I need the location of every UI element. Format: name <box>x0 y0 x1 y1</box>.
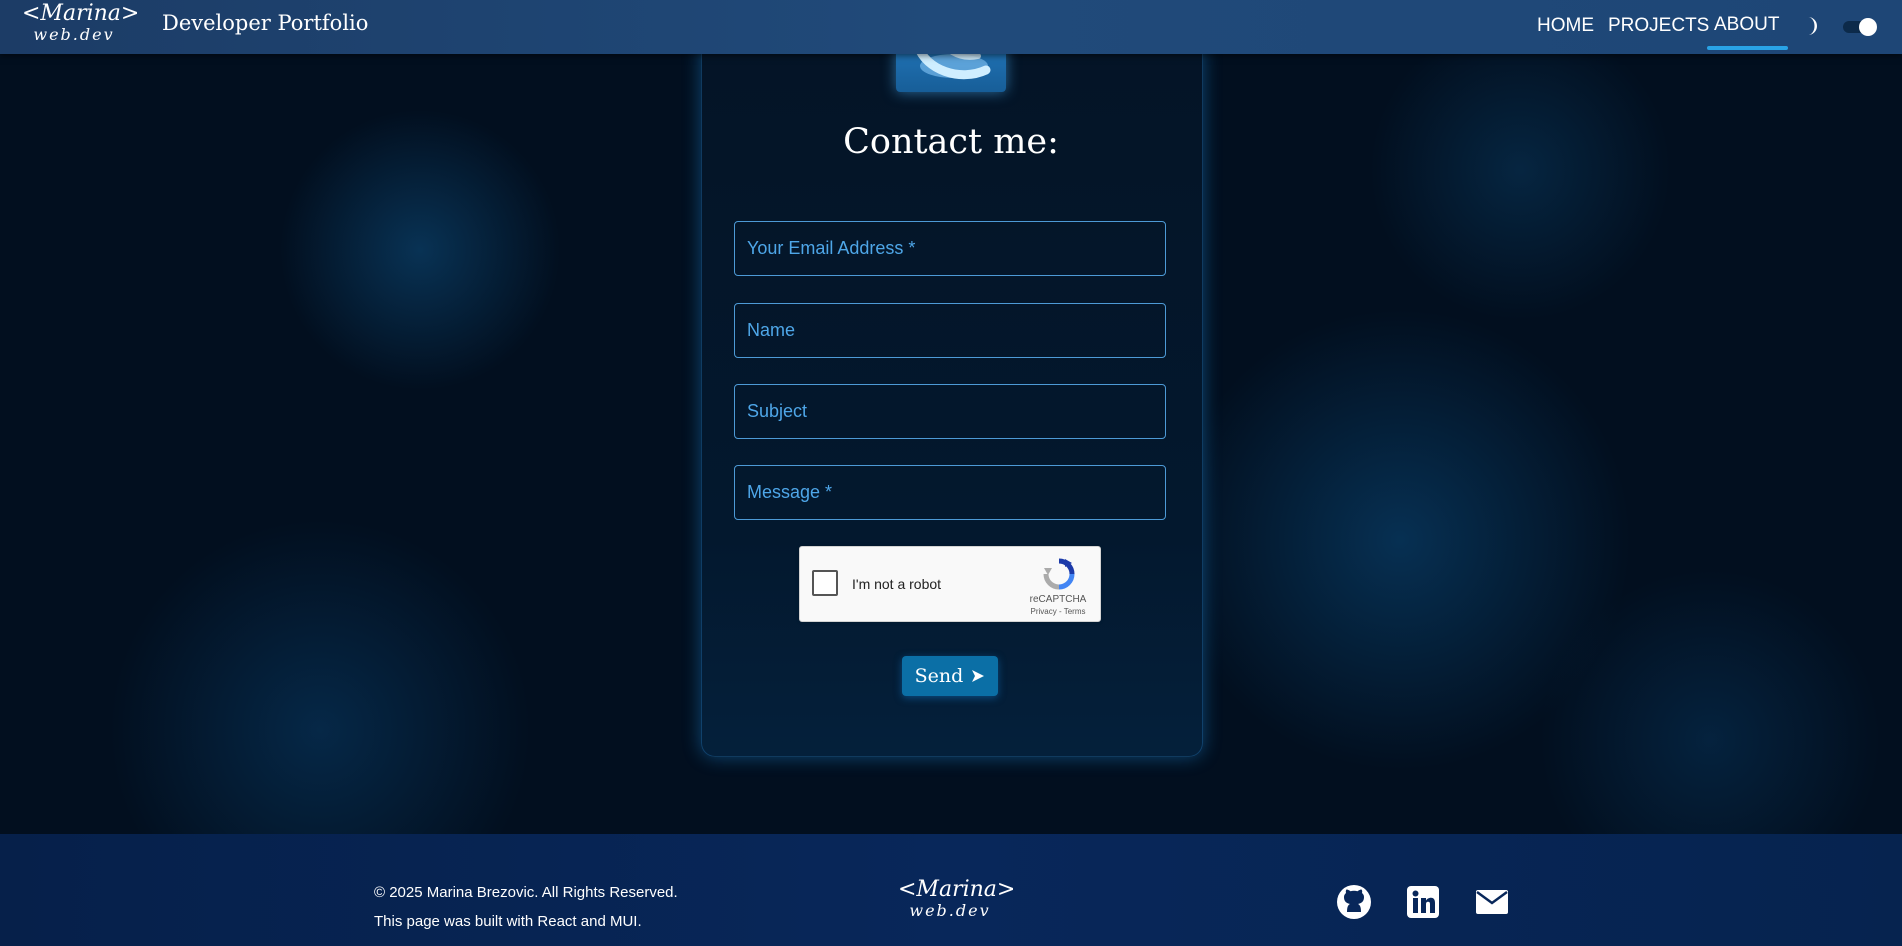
nav-link-about[interactable]: ABOUT <box>1714 14 1779 36</box>
mail-icon[interactable] <box>1474 884 1510 920</box>
footer-copyright: © 2025 Marina Brezovic. All Rights Reser… <box>374 884 678 901</box>
recaptcha-brand: reCAPTCHA <box>1029 594 1087 605</box>
contact-title: Contact me: <box>843 122 1059 162</box>
top-navbar: <Marina> web.dev Developer Portfolio HOM… <box>0 0 1902 54</box>
email-field[interactable]: Your Email Address * <box>734 221 1166 276</box>
message-field[interactable]: Message * <box>734 465 1166 520</box>
site-title: Developer Portfolio <box>162 11 369 35</box>
active-nav-indicator <box>1707 46 1788 50</box>
recaptcha-icon <box>1043 558 1075 590</box>
subject-placeholder: Subject <box>747 401 808 421</box>
linkedin-icon[interactable] <box>1405 884 1441 920</box>
send-button[interactable]: Send <box>902 656 998 696</box>
moon-icon <box>1808 17 1817 35</box>
nav-link-projects[interactable]: PROJECTS <box>1608 15 1709 37</box>
toggle-knob <box>1859 18 1877 36</box>
name-field[interactable]: Name <box>734 303 1166 358</box>
recaptcha-checkbox[interactable] <box>812 570 838 596</box>
recaptcha-widget: I'm not a robot reCAPTCHA Privacy - Term… <box>799 546 1101 622</box>
send-icon <box>972 670 985 682</box>
recaptcha-label: I'm not a robot <box>852 576 942 592</box>
subject-field[interactable]: Subject <box>734 384 1166 439</box>
send-label: Send <box>914 665 964 687</box>
recaptcha-links[interactable]: Privacy - Terms <box>1014 607 1102 616</box>
footer-logo[interactable]: <Marina> web.dev <box>898 877 1016 920</box>
name-placeholder: Name <box>747 320 796 340</box>
footer-logo-line-1: <Marina> <box>898 877 1016 902</box>
footer-built-with: This page was built with React and MUI. <box>374 913 642 930</box>
logo-line-2: web.dev <box>33 25 115 44</box>
theme-toggle[interactable] <box>1841 16 1879 38</box>
logo-line-1: <Marina> <box>22 1 140 26</box>
github-icon[interactable] <box>1336 884 1372 920</box>
footer-logo-line-2: web.dev <box>909 901 991 920</box>
email-placeholder: Your Email Address * <box>747 238 916 258</box>
nav-link-home[interactable]: HOME <box>1537 15 1594 37</box>
nav-logo[interactable]: <Marina> web.dev <box>22 1 140 44</box>
message-placeholder: Message * <box>747 482 833 502</box>
